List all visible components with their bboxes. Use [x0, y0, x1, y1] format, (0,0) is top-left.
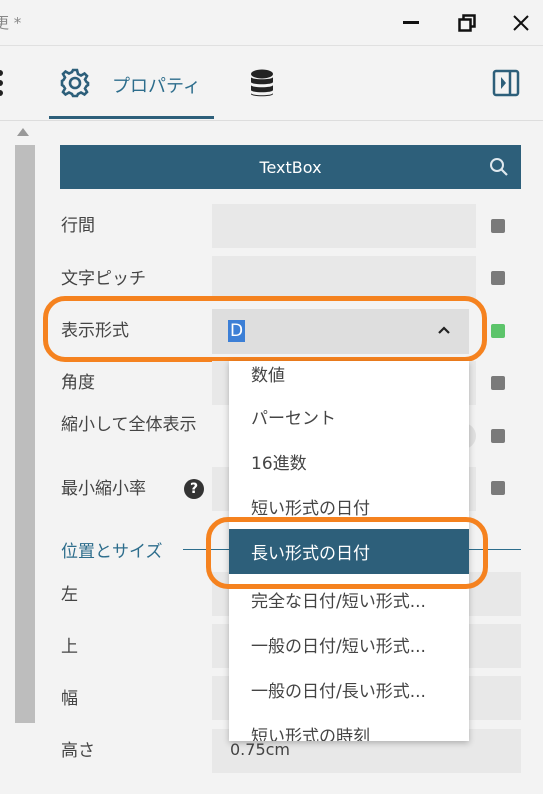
height-value: 0.75cm [230, 740, 291, 759]
window-title: 更 * [0, 14, 22, 32]
help-icon[interactable]: ? [184, 479, 204, 499]
dropdown-option[interactable]: 16進数 [229, 439, 469, 484]
active-tab-indicator [49, 116, 214, 119]
char-pitch-input[interactable] [212, 256, 476, 300]
more-options-icon[interactable] [0, 70, 5, 96]
dropdown-option[interactable]: 数値 [229, 361, 469, 396]
height-label: 高さ [61, 741, 95, 761]
dropdown-option[interactable]: 短い形式の時刻 [229, 712, 469, 741]
width-label: 幅 [61, 689, 78, 709]
panel-toggle-icon[interactable] [492, 69, 520, 97]
minimize-icon [403, 21, 419, 24]
dropdown-option[interactable]: 一般の日付/短い形式... [229, 622, 469, 667]
scroll-up-arrow[interactable] [17, 128, 29, 136]
line-spacing-input[interactable] [212, 204, 476, 248]
min-shrink-rate-status[interactable] [491, 481, 505, 495]
toolbar: プロパティ [0, 46, 543, 121]
min-shrink-rate-label: 最小縮小率 [61, 479, 146, 499]
search-icon[interactable] [489, 157, 509, 177]
display-format-status[interactable] [491, 324, 505, 338]
char-pitch-status[interactable] [491, 271, 505, 285]
top-label: 上 [61, 637, 78, 657]
restore-button[interactable] [452, 10, 482, 36]
shrink-to-fit-status[interactable] [491, 429, 505, 443]
shrink-to-fit-label: 縮小して全体表示 [61, 415, 197, 435]
highlight-display-format [43, 296, 487, 362]
dropdown-option[interactable]: 一般の日付/長い形式... [229, 667, 469, 712]
left-label: 左 [61, 585, 78, 605]
title-bar: 更 * [0, 0, 543, 46]
close-button[interactable] [506, 10, 536, 36]
highlight-selected-option [206, 517, 488, 589]
tab-properties[interactable]: プロパティ [112, 72, 201, 98]
angle-label: 角度 [61, 373, 95, 393]
component-header: TextBox [60, 145, 521, 189]
database-icon[interactable] [249, 69, 275, 99]
line-spacing-label: 行間 [61, 216, 95, 236]
component-title: TextBox [259, 157, 322, 177]
gear-icon[interactable] [60, 68, 90, 98]
char-pitch-label: 文字ピッチ [61, 269, 146, 289]
minimize-button[interactable] [396, 10, 426, 36]
close-icon [513, 15, 529, 31]
dropdown-option[interactable]: パーセント [229, 394, 469, 439]
line-spacing-status[interactable] [491, 219, 505, 233]
scrollbar-track[interactable] [15, 145, 35, 723]
restore-icon [458, 14, 476, 32]
angle-status[interactable] [491, 376, 505, 390]
section-position-size: 位置とサイズ [61, 542, 163, 562]
